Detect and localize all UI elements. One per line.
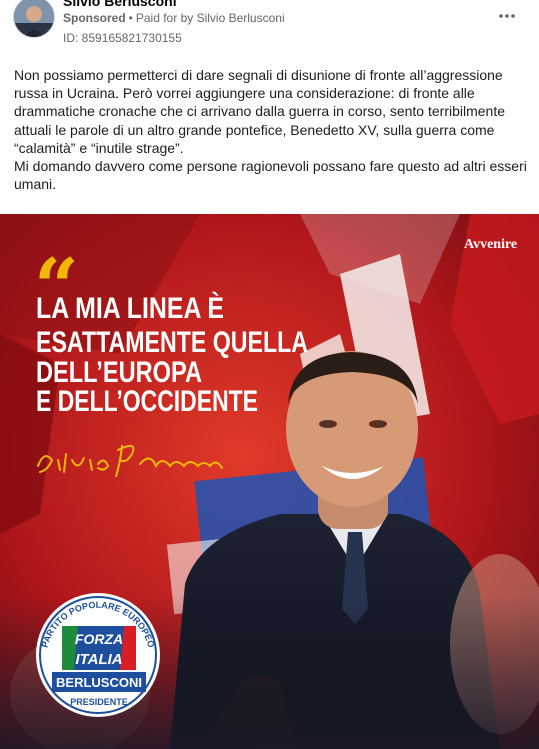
sponsored-post-card: Silvio Berlusconi Sponsored • Paid for by … — [0, 0, 539, 749]
logo-italia: ITALIA — [75, 651, 122, 668]
paid-for-text: Paid for by Silvio Berlusconi — [135, 11, 285, 25]
sponsored-meta: Sponsored • Paid for by Silvio Berlusconi — [63, 11, 285, 25]
party-logo: PARTITO POPOLARE EUROPEO FORZA ITALIA BE… — [36, 593, 160, 717]
post-body: Non possiamo permetterci di dare segnali… — [14, 66, 530, 193]
ad-id: ID: 859165821730155 — [63, 31, 182, 45]
page-name[interactable]: Silvio Berlusconi — [63, 0, 177, 9]
post-paragraph-1: Non possiamo permetterci di dare segnali… — [14, 67, 506, 156]
watermark-logo: Avvenire — [464, 237, 517, 252]
creative-canvas: Avvenire “ LA MIA LINEA È ESATTAMENTE QU… — [0, 214, 539, 749]
logo-leader: BERLUSCONI — [56, 675, 142, 690]
headline-line-4: E DELL’OCCIDENTE — [36, 385, 258, 418]
headline-line-1: LA MIA LINEA È — [36, 291, 224, 325]
page-avatar[interactable] — [13, 0, 55, 38]
ad-creative-image[interactable]: Avvenire “ LA MIA LINEA È ESATTAMENTE QU… — [0, 214, 539, 749]
meta-separator: • — [128, 11, 133, 25]
post-paragraph-2: Mi domando davvero come persone ragionev… — [14, 158, 527, 193]
logo-role: PRESIDENTE — [70, 697, 128, 707]
logo-forza: FORZA — [75, 631, 123, 647]
more-horizontal-icon — [499, 14, 515, 18]
more-options-button[interactable] — [493, 4, 521, 28]
headline-line-2: ESATTAMENTE QUELLA — [36, 326, 308, 359]
avatar-photo-icon — [14, 0, 54, 37]
sponsored-label[interactable]: Sponsored — [63, 11, 126, 25]
post-header: Silvio Berlusconi Sponsored • Paid for by … — [0, 0, 539, 60]
